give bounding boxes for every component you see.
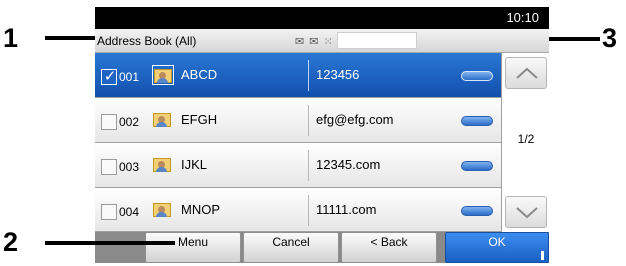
ok-button-label: OK — [488, 235, 506, 249]
scroll-up-icon — [516, 67, 538, 79]
row-name: ABCD — [181, 67, 218, 82]
row-number: 003 — [119, 160, 140, 174]
ok-corner-mark — [541, 251, 544, 260]
destination-type-icon — [461, 206, 493, 216]
column-divider — [308, 105, 309, 136]
cancel-button[interactable]: Cancel — [243, 232, 339, 263]
row-name: IJKL — [181, 157, 208, 172]
clock: 10:10 — [506, 10, 539, 25]
row-name: MNOP — [181, 202, 220, 217]
contact-card-icon — [152, 200, 174, 220]
row-number: 002 — [119, 115, 140, 129]
row-destination: efg@efg.com — [316, 112, 394, 127]
device-screen: 10:10 Address Book (All) ✉ ✉ ⁙ ✓ 001 ABC… — [95, 7, 549, 263]
list-item[interactable]: ✓ 001 ABCD 123456 — [95, 53, 501, 98]
column-divider — [308, 150, 309, 181]
button-bar: Menu Cancel < Back OK — [95, 232, 549, 263]
callout-number-3: 3 — [602, 23, 618, 53]
row-name: EFGH — [181, 112, 218, 127]
scroll-down-button[interactable] — [505, 196, 547, 228]
callout-number-1: 1 — [3, 23, 19, 53]
column-divider — [308, 60, 309, 91]
address-book-selector[interactable]: Address Book (All) — [97, 34, 196, 48]
row-destination: 11111.com — [316, 202, 377, 217]
page-indicator: 1/2 — [517, 132, 535, 146]
destination-type-icon — [461, 116, 493, 126]
callout-number-2: 2 — [3, 227, 19, 257]
manual-figure: 1 3 10:10 Address Book (All) ✉ ✉ ⁙ ✓ 001… — [0, 0, 626, 266]
destination-type-icon — [461, 71, 493, 81]
menu-button[interactable]: Menu — [145, 232, 241, 263]
list-item[interactable]: 004 MNOP 11111.com — [95, 188, 501, 232]
row-checkbox[interactable] — [101, 159, 117, 175]
destination-type-icon[interactable]: ✉ ✉ ⁙ — [295, 35, 334, 48]
list-item[interactable]: 002 EFGH efg@efg.com — [95, 98, 501, 143]
contact-card-icon — [152, 65, 174, 85]
checkbox-check-icon: ✓ — [103, 68, 117, 85]
scroll-column: 1/2 — [501, 53, 549, 232]
search-input[interactable] — [337, 32, 417, 49]
contact-card-icon — [152, 110, 174, 130]
ok-button[interactable]: OK — [445, 232, 549, 263]
row-destination: 123456 — [316, 67, 360, 82]
row-checkbox[interactable] — [101, 114, 117, 130]
row-number: 001 — [119, 70, 140, 84]
back-button[interactable]: < Back — [341, 232, 437, 263]
scroll-up-button[interactable] — [505, 57, 547, 89]
column-divider — [308, 195, 309, 226]
callout-line-2 — [45, 241, 175, 245]
contact-card-icon — [152, 155, 174, 175]
row-number: 004 — [119, 205, 140, 219]
row-checkbox[interactable]: ✓ — [101, 68, 117, 85]
destination-bar: Address Book (All) ✉ ✉ ⁙ — [95, 29, 549, 53]
list-item[interactable]: 003 IJKL 12345.com — [95, 143, 501, 188]
status-bar: 10:10 — [95, 7, 549, 29]
row-checkbox[interactable] — [101, 204, 117, 220]
destination-type-icon — [461, 161, 493, 171]
row-destination: 12345.com — [316, 157, 381, 172]
scroll-down-icon — [516, 207, 538, 219]
